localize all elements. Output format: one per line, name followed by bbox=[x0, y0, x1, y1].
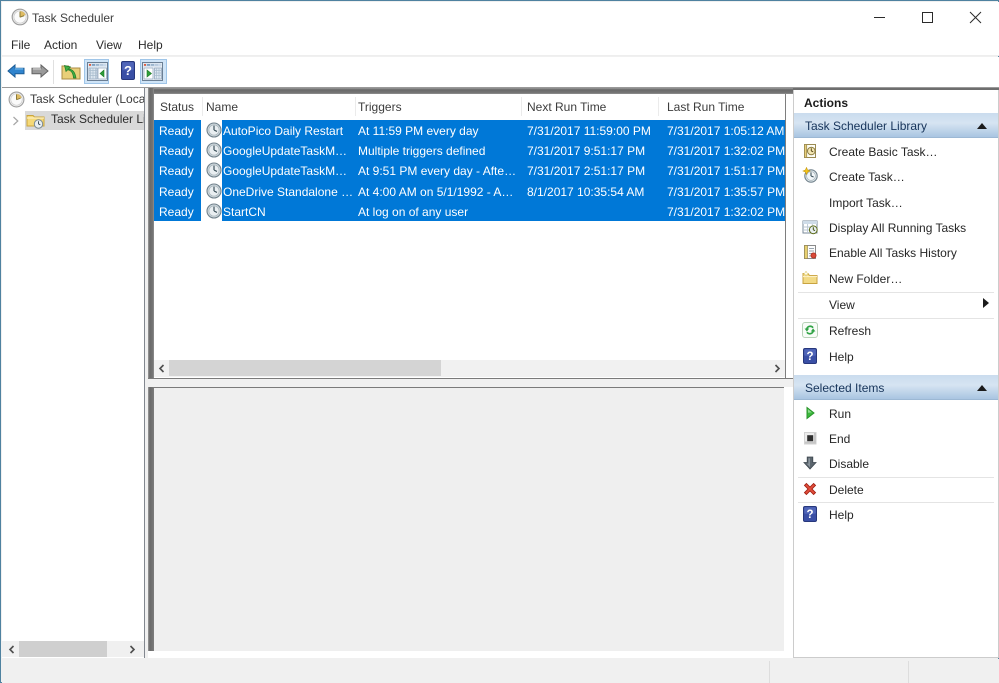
svg-text:?: ? bbox=[124, 63, 132, 78]
